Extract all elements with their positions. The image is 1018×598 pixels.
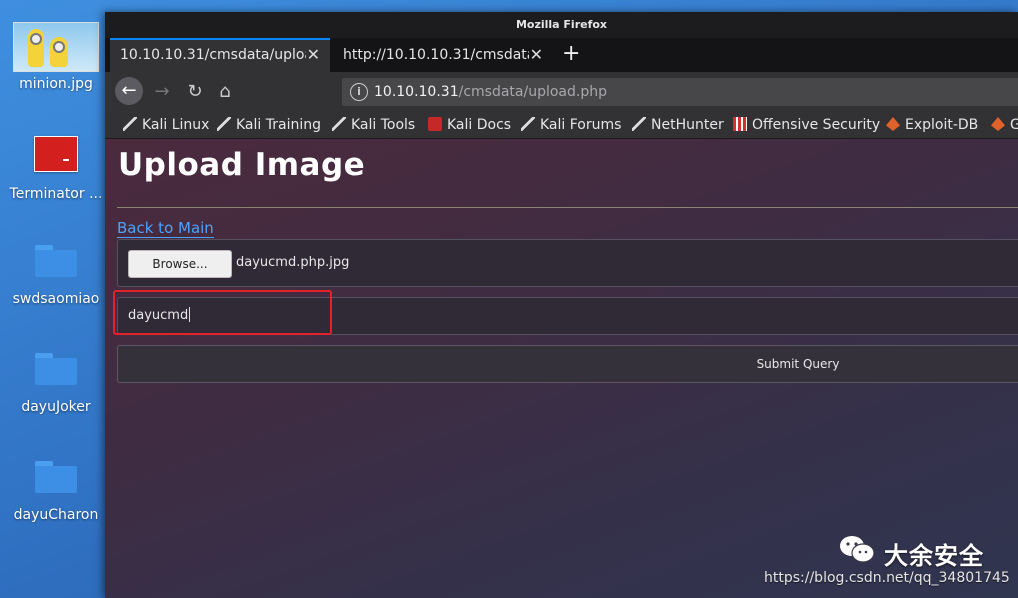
red-highlight-box (113, 290, 332, 335)
kali-dragon-icon (123, 117, 137, 131)
desktop-icon-label: dayuCharon (13, 507, 99, 523)
home-icon[interactable]: ⌂ (211, 78, 239, 106)
desktop-icon-swdsaomiao[interactable]: swdsaomiao (8, 245, 104, 307)
bookmark-kali-docs[interactable]: Kali Docs (428, 112, 511, 138)
back-arrow-icon[interactable]: ← (115, 77, 143, 105)
terminator-app-icon (34, 136, 78, 172)
exploit-db-icon (886, 117, 900, 131)
bookmarks-toolbar: Kali Linux Kali Training Kali Tools Kali… (105, 112, 1018, 139)
tab-label: 10.10.10.31/cmsdata/upload (120, 47, 306, 63)
bookmark-kali-training[interactable]: Kali Training (217, 112, 321, 138)
new-tab-button[interactable]: + (562, 38, 580, 72)
bookmark-label: NetHunter (651, 117, 724, 133)
selected-file-name: dayucmd.php.jpg (236, 255, 350, 270)
window-title: Mozilla Firefox (105, 12, 1018, 38)
kali-dragon-icon (217, 117, 231, 131)
wechat-icon (840, 536, 875, 563)
page-title: Upload Image (118, 147, 366, 183)
desktop-icon-dayujoker[interactable]: dayuJoker (8, 353, 104, 415)
desktop-icon-minion[interactable]: minion.jpg (8, 22, 104, 92)
desktop-icon-label: swdsaomiao (12, 291, 100, 307)
bookmark-label: Offensive Security (752, 117, 881, 133)
bookmark-kali-tools[interactable]: Kali Tools (332, 112, 415, 138)
submit-label: Submit Query (756, 357, 840, 371)
nav-bar: ← → ↻ ⌂ i 10.10.10.31/cmsdata/upload.php (105, 72, 1018, 112)
bookmark-icon (991, 117, 1005, 131)
close-icon[interactable]: ✕ (307, 40, 320, 70)
desktop-icon-label: minion.jpg (19, 76, 93, 92)
image-thumbnail-icon (13, 22, 99, 72)
bookmark-kali-linux[interactable]: Kali Linux (123, 112, 209, 138)
bookmark-offensive-security[interactable]: Offensive Security (733, 112, 880, 138)
browse-button[interactable]: Browse... (128, 250, 232, 278)
info-icon[interactable]: i (350, 83, 368, 101)
url-host: 10.10.10.31 (374, 84, 459, 100)
page-content: Upload Image Back to Main Browse... dayu… (105, 139, 1018, 598)
folder-icon (35, 461, 77, 493)
tab-second[interactable]: http://10.10.10.31/cmsdata/u ✕ (333, 38, 553, 72)
reload-icon[interactable]: ↻ (181, 78, 209, 106)
tab-upload[interactable]: 10.10.10.31/cmsdata/upload ✕ (110, 38, 330, 72)
url-path: /cmsdata/upload.php (458, 84, 607, 100)
desktop-icon-label: dayuJoker (21, 399, 91, 415)
bookmark-label: Kali Forums (540, 117, 622, 133)
bookmark-label: Kali Training (236, 117, 321, 133)
folder-icon (35, 353, 77, 385)
watermark-text: 大余安全 (884, 542, 984, 570)
folder-icon (35, 245, 77, 277)
kali-dragon-icon (521, 117, 535, 131)
file-upload-field: Browse... dayucmd.php.jpg (117, 239, 1018, 287)
close-icon[interactable]: ✕ (530, 38, 543, 72)
tab-bar: 10.10.10.31/cmsdata/upload ✕ http://10.1… (105, 38, 1018, 72)
forward-arrow-icon[interactable]: → (148, 78, 176, 106)
bookmark-label: Kali Tools (351, 117, 416, 133)
desktop-icon-dayucharon[interactable]: dayuCharon (8, 461, 104, 523)
bookmark-exploit-db[interactable]: Exploit-DB (886, 112, 978, 138)
tab-label: http://10.10.10.31/cmsdata/u (343, 47, 529, 63)
url-bar[interactable]: i 10.10.10.31/cmsdata/upload.php (342, 78, 1018, 106)
firefox-window: Mozilla Firefox 10.10.10.31/cmsdata/uplo… (105, 12, 1018, 598)
desktop-icon-label: Terminator ... (9, 186, 103, 202)
desktop-icon-terminator[interactable]: Terminator ... (8, 136, 104, 202)
bookmark-label: Kali Linux (142, 117, 210, 133)
divider (117, 207, 1018, 208)
docs-icon (428, 117, 442, 131)
back-to-main-link[interactable]: Back to Main (117, 219, 214, 238)
bookmark-label: G (1010, 117, 1018, 133)
bookmark-g[interactable]: G (991, 112, 1018, 138)
bookmark-nethunter[interactable]: NetHunter (632, 112, 724, 138)
submit-query-button[interactable]: Submit Query (117, 345, 1018, 383)
bookmark-label: Kali Docs (447, 117, 512, 133)
kali-dragon-icon (332, 117, 346, 131)
watermark-url: https://blog.csdn.net/qq_34801745 (764, 570, 1010, 586)
bookmark-kali-forums[interactable]: Kali Forums (521, 112, 621, 138)
bookmark-label: Exploit-DB (905, 117, 979, 133)
nethunter-icon (632, 117, 646, 131)
offsec-icon (733, 117, 747, 131)
url-text: 10.10.10.31/cmsdata/upload.php (374, 78, 607, 106)
